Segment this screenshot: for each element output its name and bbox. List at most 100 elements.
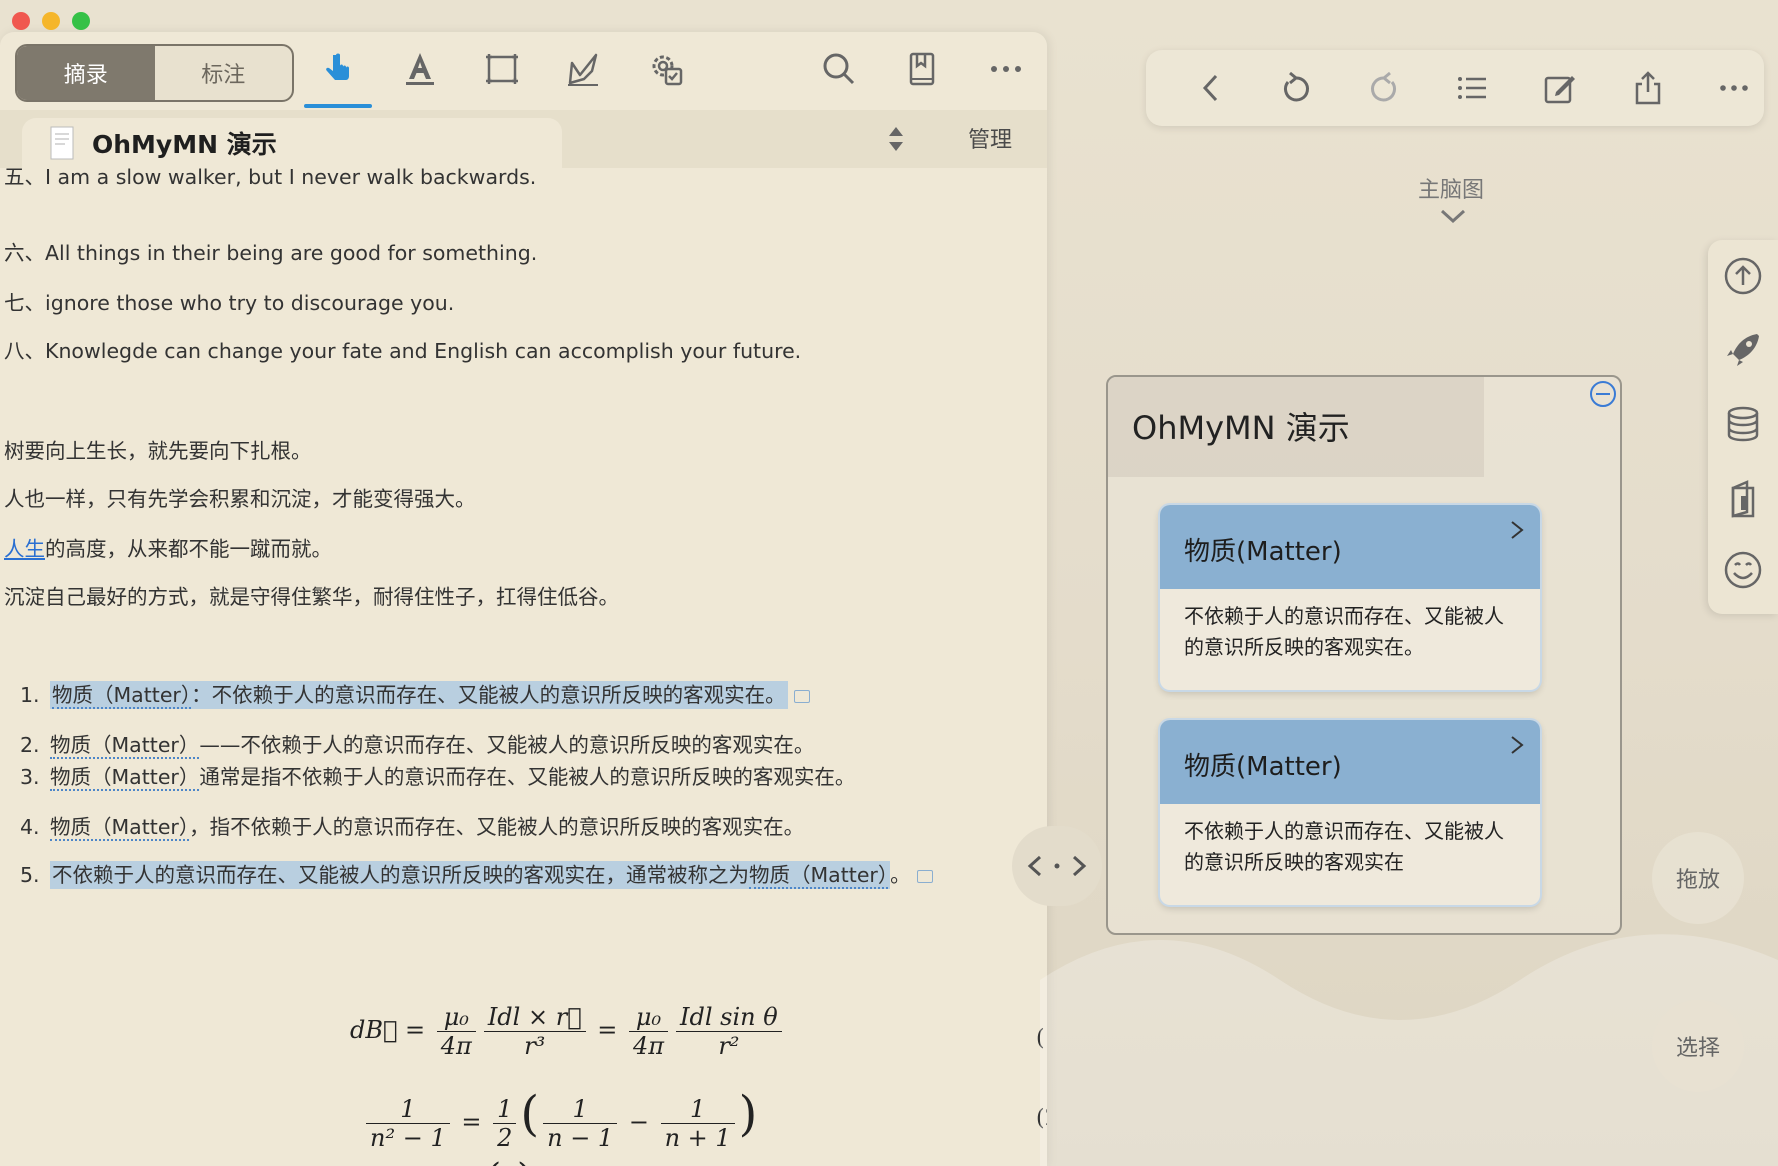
text-line: 沉淀自己最好的方式，就是守得住繁华，耐得住性子，扛得住低谷。 (4, 585, 619, 609)
list-number: 4. (20, 815, 40, 839)
term: 物质（Matter） (749, 863, 889, 889)
highlighted-excerpt[interactable]: 不依赖于人的意识而存在、又能被人的意识所反映的客观实在，通常被称之为物质（Mat… (50, 861, 891, 889)
list-item[interactable]: 1. 物质（Matter）：不依赖于人的意识而存在、又能被人的意识所反映的客观实在… (20, 678, 810, 709)
undo-button[interactable] (1274, 66, 1318, 110)
text-segment: ，指不依赖于人的意识而存在、又能被人的意识所反映的客观实在。 (189, 815, 805, 839)
node-title: 物质(Matter) (1184, 752, 1342, 782)
text-line: 人也一样，只有先学会积累和沉淀，才能变得强大。 (4, 487, 476, 511)
text-segment: ：不依赖于人的意识而存在、又能被人的意识所反映的客观实在。 (191, 683, 786, 707)
text-segment: 不依赖于人的意识而存在、又能被人的意识所反映的客观实在，通常被称之为 (52, 863, 749, 887)
back-button[interactable] (1190, 66, 1234, 110)
highlighted-excerpt[interactable]: 物质（Matter）：不依赖于人的意识而存在、又能被人的意识所反映的客观实在。 (50, 681, 788, 709)
bookmark-button[interactable] (894, 44, 950, 94)
search-button[interactable] (811, 44, 867, 94)
gear-check-icon (652, 55, 683, 86)
redo-button[interactable] (1362, 66, 1406, 110)
share-button[interactable] (1626, 66, 1670, 110)
life-link[interactable]: 人生 (4, 537, 45, 561)
text-highlight-button[interactable] (392, 44, 448, 94)
close-window-button[interactable] (12, 12, 30, 30)
redo-icon (1371, 71, 1396, 102)
share-icon (1635, 71, 1661, 105)
document-content: 五、I am a slow walker, but I never walk b… (0, 168, 1047, 1166)
node-body: 不依赖于人的意识而存在、又能被人的意识所反映的客观实在。 (1184, 604, 1504, 659)
mindmap-node[interactable]: 物质(Matter) 不依赖于人的意识而存在、又能被人的意识所反映的客观实在 (1160, 720, 1540, 905)
term: 物质（Matter） (52, 683, 192, 709)
text-line: 五、I am a slow walker, but I never walk b… (4, 168, 537, 189)
annotate-mode-button[interactable]: 标注 (155, 46, 293, 100)
mindmap-node[interactable]: 物质(Matter) 不依赖于人的意识而存在、又能被人的意识所反映的客观实在。 (1160, 505, 1540, 690)
hand-pointer-button[interactable] (304, 44, 372, 108)
comment-icon[interactable] (793, 689, 810, 703)
collapse-icon[interactable] (1588, 379, 1618, 409)
back-icon (1202, 74, 1218, 102)
node-body: 不依赖于人的意识而存在、又能被人的意识所反映的客观实在 (1184, 819, 1504, 874)
text-line: 八、Knowlegde can change your fate and Eng… (4, 339, 802, 363)
document-icon (50, 126, 74, 160)
list-number: 5. (20, 863, 40, 887)
term: 物质（Matter） (50, 815, 190, 841)
text-segment: 通常是指不依赖于人的意识而存在、又能被人的意识所反映的客观实在。 (199, 765, 856, 789)
text-highlight-icon (406, 53, 434, 85)
comment-icon[interactable] (916, 869, 933, 883)
bookmark-book-icon (909, 52, 935, 86)
text-line: 人生的高度，从来都不能一蹴而就。 (4, 532, 332, 562)
manage-button[interactable]: 管理 (968, 122, 1012, 154)
more-icon (1720, 85, 1748, 91)
mindmap-root-card[interactable]: OhMyMN 演示 物质(Matter) 不依赖于人的意识而存在、又能被人的意识… (1106, 375, 1622, 935)
text-line: 七、ignore those who try to discourage you… (4, 291, 455, 315)
rocket-icon[interactable] (1723, 330, 1763, 370)
edit-button[interactable] (1538, 66, 1582, 110)
gear-check-button[interactable] (638, 44, 694, 94)
upload-icon[interactable] (1723, 256, 1763, 296)
sort-arrows-icon[interactable] (886, 124, 906, 154)
node-header: 物质(Matter) (1160, 505, 1540, 589)
list-number: 2. (20, 733, 40, 757)
notebook-icon[interactable] (1723, 478, 1763, 518)
pen-scribble-button[interactable] (556, 44, 612, 94)
more-options-button[interactable] (978, 44, 1034, 94)
crop-frame-button[interactable] (474, 44, 530, 94)
drag-drop-button[interactable]: 拖放 (1652, 832, 1744, 924)
chevron-down-icon[interactable] (1440, 208, 1466, 224)
list-item: 2. 物质（Matter）——不依赖于人的意识而存在、又能被人的意识所反映的客观实… (20, 728, 815, 759)
text-line: 六、All things in their being are good for… (4, 241, 538, 265)
mindmap-selector-label[interactable]: 主脑图 (1418, 172, 1484, 204)
document-toolbar: 摘录 标注 (0, 32, 1047, 110)
mindmap-toolbar (1146, 50, 1764, 126)
text-segment: 。 (890, 863, 911, 887)
outline-list-button[interactable] (1450, 66, 1494, 110)
mindmap-root-title: OhMyMN 演示 (1132, 409, 1350, 447)
hand-pointer-icon (326, 53, 349, 80)
mode-segmented-control: 摘录 标注 (15, 44, 294, 102)
document-tab[interactable]: OhMyMN 演示 (22, 118, 562, 168)
text-segment: 的高度，从来都不能一蹴而就。 (45, 537, 332, 561)
side-toolbar (1708, 240, 1778, 614)
list-item[interactable]: 5. 不依赖于人的意识而存在、又能被人的意识所反映的客观实在，通常被称之为物质（M… (20, 858, 933, 889)
excerpt-mode-button[interactable]: 摘录 (17, 46, 155, 100)
smiley-icon[interactable] (1723, 550, 1763, 590)
pen-scribble-icon (568, 53, 598, 86)
chevron-right-icon[interactable] (1508, 519, 1526, 541)
select-button[interactable]: 选择 (1652, 1000, 1744, 1092)
more-options-button[interactable] (1712, 66, 1756, 110)
minimize-window-button[interactable] (42, 12, 60, 30)
text-segment: ——不依赖于人的意识而存在、又能被人的意识所反映的客观实在。 (199, 733, 815, 757)
crop-frame-icon (486, 54, 518, 84)
document-panel: 摘录 标注 OhMyMN 演示 管理 五、I am a slow walker,… (0, 32, 1047, 1166)
document-tab-title: OhMyMN 演示 (92, 130, 277, 159)
more-icon (991, 66, 1021, 72)
chevron-right-icon[interactable] (1508, 734, 1526, 756)
list-item: 4. 物质（Matter），指不依赖于人的意识而存在、又能被人的意识所反映的客观实… (20, 810, 805, 841)
node-title: 物质(Matter) (1184, 537, 1342, 567)
zoom-window-button[interactable] (72, 12, 90, 30)
text-line: 树要向上生长，就先要向下扎根。 (4, 439, 312, 463)
window-controls (12, 12, 90, 30)
list-number: 1. (20, 683, 40, 707)
undo-icon (1284, 71, 1309, 102)
list-number: 3. (20, 765, 40, 789)
database-icon[interactable] (1723, 404, 1763, 444)
node-header: 物质(Matter) (1160, 720, 1540, 804)
search-icon (823, 53, 855, 85)
term: 物质（Matter） (50, 765, 200, 791)
